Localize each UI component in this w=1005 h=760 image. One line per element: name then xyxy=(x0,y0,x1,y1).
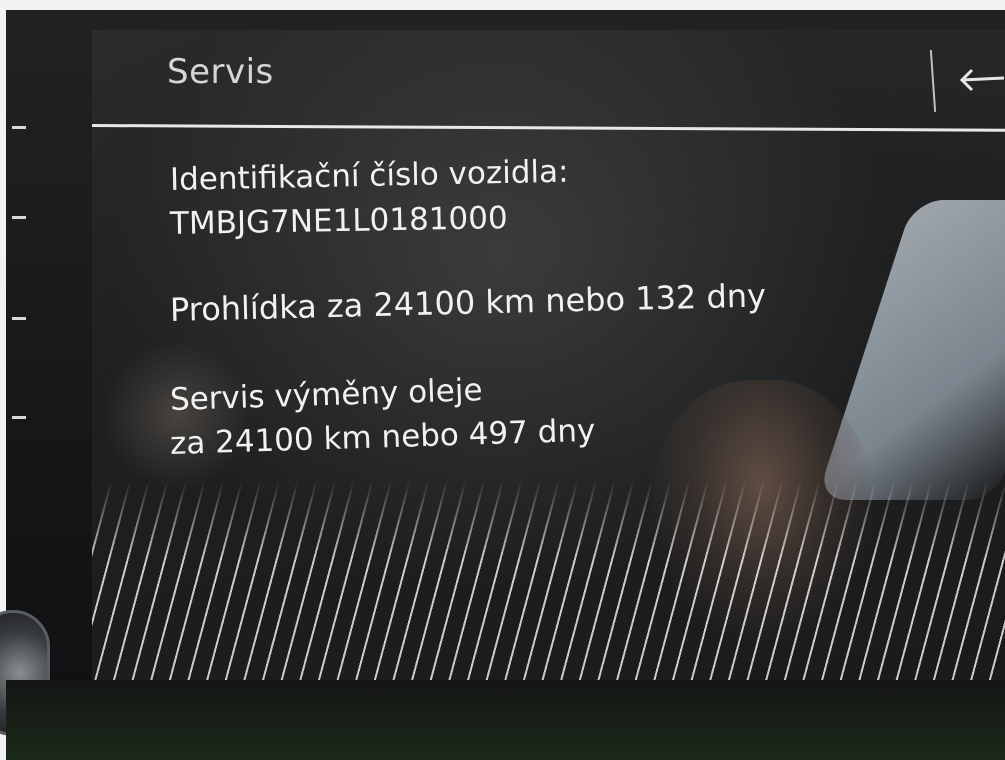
bezel-marker xyxy=(12,317,26,320)
inspection-due-text: Prohlídka za 24100 km nebo 132 dny xyxy=(169,276,767,329)
lower-bezel xyxy=(6,680,1005,760)
service-info: Identifikační číslo vozidla: TMBJG7NE1L0… xyxy=(169,154,990,466)
header-separator xyxy=(929,50,937,112)
back-arrow-icon xyxy=(959,68,1005,92)
screen-header: Servis xyxy=(92,30,1005,126)
page-title: Servis xyxy=(167,52,274,92)
bezel-marker xyxy=(12,126,26,129)
speaker-grille-reflection xyxy=(92,480,1005,680)
bezel-marker xyxy=(12,416,26,419)
photo-frame: Servis Identifikační číslo vozidla: TMBJ… xyxy=(0,0,1005,760)
bezel-marker xyxy=(12,216,26,219)
back-button[interactable] xyxy=(954,60,1005,100)
photo-edge-top xyxy=(0,0,1005,10)
infotainment-screen: Servis Identifikační číslo vozidla: TMBJ… xyxy=(92,30,1005,680)
